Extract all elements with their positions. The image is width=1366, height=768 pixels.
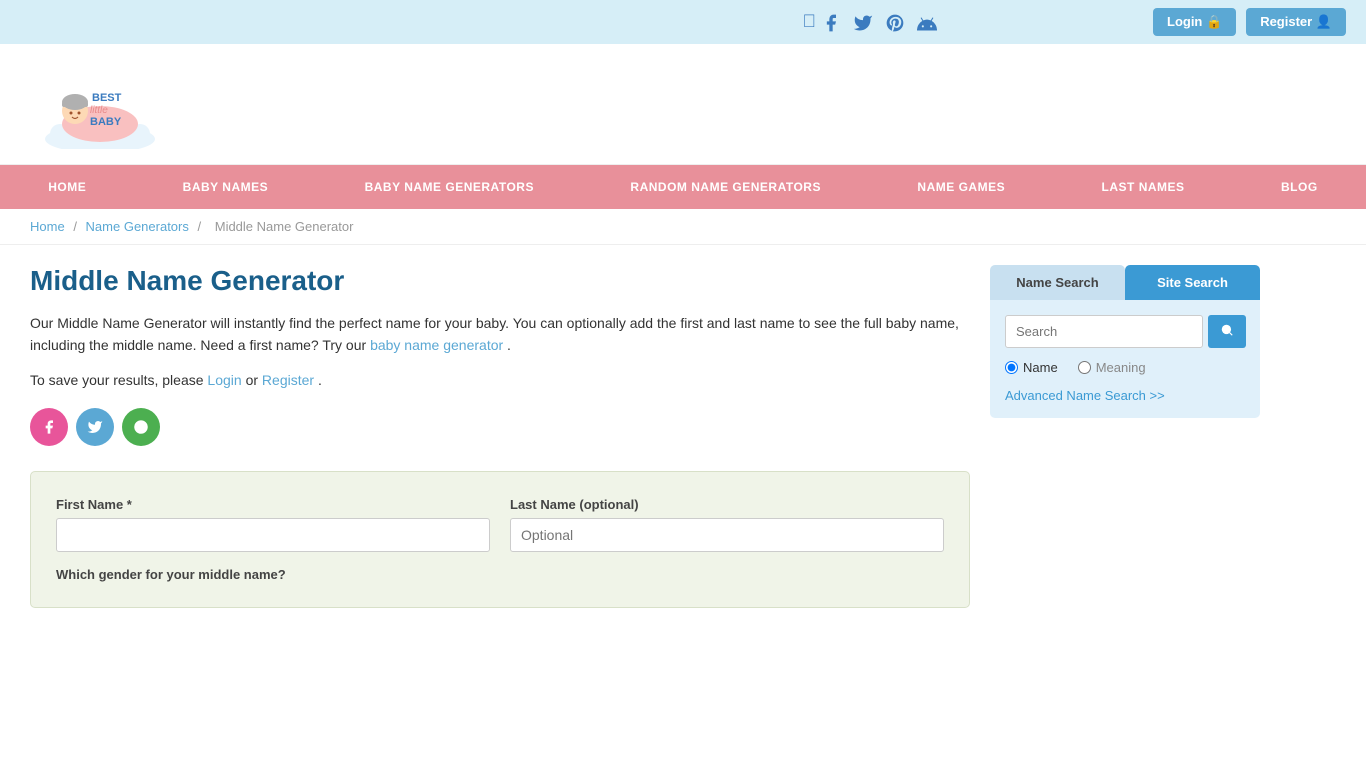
save-text-end: . bbox=[318, 372, 322, 388]
nav-baby-names[interactable]: BABY NAMES bbox=[173, 165, 278, 209]
radio-meaning-option[interactable]: Meaning bbox=[1078, 360, 1146, 375]
header: BEST little BABY bbox=[0, 44, 1366, 165]
radio-name-input[interactable] bbox=[1005, 361, 1018, 374]
pinterest-icon[interactable] bbox=[885, 11, 905, 32]
last-name-label: Last Name (optional) bbox=[510, 497, 944, 512]
nav-random-name-generators[interactable]: RANDOM NAME GENERATORS bbox=[620, 165, 831, 209]
android-icon[interactable] bbox=[917, 11, 937, 32]
social-icons:  bbox=[587, 11, 1154, 32]
breadcrumb-current: Middle Name Generator bbox=[215, 219, 354, 234]
tab-name-search[interactable]: Name Search bbox=[990, 265, 1125, 300]
save-text-prefix: To save your results, please bbox=[30, 372, 204, 388]
auth-buttons: Login 🔒 Register 👤 bbox=[1153, 8, 1346, 36]
page-description: Our Middle Name Generator will instantly… bbox=[30, 312, 970, 357]
facebook-share-button[interactable] bbox=[30, 408, 68, 446]
advanced-search-link[interactable]: Advanced Name Search >> bbox=[1005, 388, 1165, 403]
nav-blog[interactable]: BLOG bbox=[1271, 165, 1328, 209]
twitter-icon[interactable] bbox=[853, 11, 873, 32]
radio-name-option[interactable]: Name bbox=[1005, 360, 1058, 375]
register-button[interactable]: Register 👤 bbox=[1246, 8, 1346, 36]
first-name-group: First Name * bbox=[56, 497, 490, 552]
main-nav: HOME BABY NAMES BABY NAME GENERATORS RAN… bbox=[0, 165, 1366, 209]
description-text-2: . bbox=[507, 337, 511, 353]
baby-name-generator-link[interactable]: baby name generator bbox=[370, 337, 503, 353]
svg-text:little: little bbox=[90, 105, 108, 116]
radio-meaning-input[interactable] bbox=[1078, 361, 1091, 374]
svg-text:BEST: BEST bbox=[92, 92, 122, 104]
top-bar:  Login 🔒 Register 👤 bbox=[0, 0, 1366, 44]
logo[interactable]: BEST little BABY bbox=[30, 59, 170, 149]
pinterest-share-button[interactable] bbox=[122, 408, 160, 446]
login-link[interactable]: Login bbox=[207, 372, 241, 388]
breadcrumb-name-generators[interactable]: Name Generators bbox=[86, 219, 189, 234]
radio-meaning-label: Meaning bbox=[1096, 360, 1146, 375]
last-name-group: Last Name (optional) bbox=[510, 497, 944, 552]
search-input[interactable] bbox=[1005, 315, 1203, 348]
content-area: Middle Name Generator Our Middle Name Ge… bbox=[30, 265, 970, 608]
twitter-share-button[interactable] bbox=[76, 408, 114, 446]
breadcrumb-separator-2: / bbox=[198, 219, 205, 234]
sidebar: Name Search Site Search Name Meaning bbox=[990, 265, 1260, 608]
nav-home[interactable]: HOME bbox=[38, 165, 96, 209]
nav-baby-name-generators[interactable]: BABY NAME GENERATORS bbox=[355, 165, 544, 209]
social-share-buttons bbox=[30, 408, 970, 446]
breadcrumb-home[interactable]: Home bbox=[30, 219, 65, 234]
breadcrumb: Home / Name Generators / Middle Name Gen… bbox=[0, 209, 1366, 245]
breadcrumb-separator-1: / bbox=[73, 219, 80, 234]
name-generator-form: First Name * Last Name (optional) Which … bbox=[30, 471, 970, 608]
svg-text:BABY: BABY bbox=[90, 116, 122, 128]
sidebar-body: Name Meaning Advanced Name Search >> bbox=[990, 300, 1260, 418]
nav-name-games[interactable]: NAME GAMES bbox=[907, 165, 1015, 209]
sidebar-tabs: Name Search Site Search bbox=[990, 265, 1260, 300]
login-button[interactable]: Login 🔒 bbox=[1153, 8, 1236, 36]
search-type-radios: Name Meaning bbox=[1005, 360, 1245, 375]
name-fields-row: First Name * Last Name (optional) bbox=[56, 497, 944, 552]
facebook-icon[interactable]:  bbox=[802, 11, 841, 32]
main-layout: Middle Name Generator Our Middle Name Ge… bbox=[0, 245, 1366, 628]
first-name-label: First Name * bbox=[56, 497, 490, 512]
or-text: or bbox=[246, 372, 262, 388]
register-link[interactable]: Register bbox=[262, 372, 314, 388]
gender-question: Which gender for your middle name? bbox=[56, 567, 944, 582]
nav-last-names[interactable]: LAST NAMES bbox=[1092, 165, 1195, 209]
search-button[interactable] bbox=[1208, 315, 1246, 348]
save-text: To save your results, please Login or Re… bbox=[30, 372, 970, 388]
search-row bbox=[1005, 315, 1245, 348]
first-name-input[interactable] bbox=[56, 518, 490, 552]
last-name-input[interactable] bbox=[510, 518, 944, 552]
page-title: Middle Name Generator bbox=[30, 265, 970, 297]
radio-name-label: Name bbox=[1023, 360, 1058, 375]
tab-site-search[interactable]: Site Search bbox=[1125, 265, 1260, 300]
